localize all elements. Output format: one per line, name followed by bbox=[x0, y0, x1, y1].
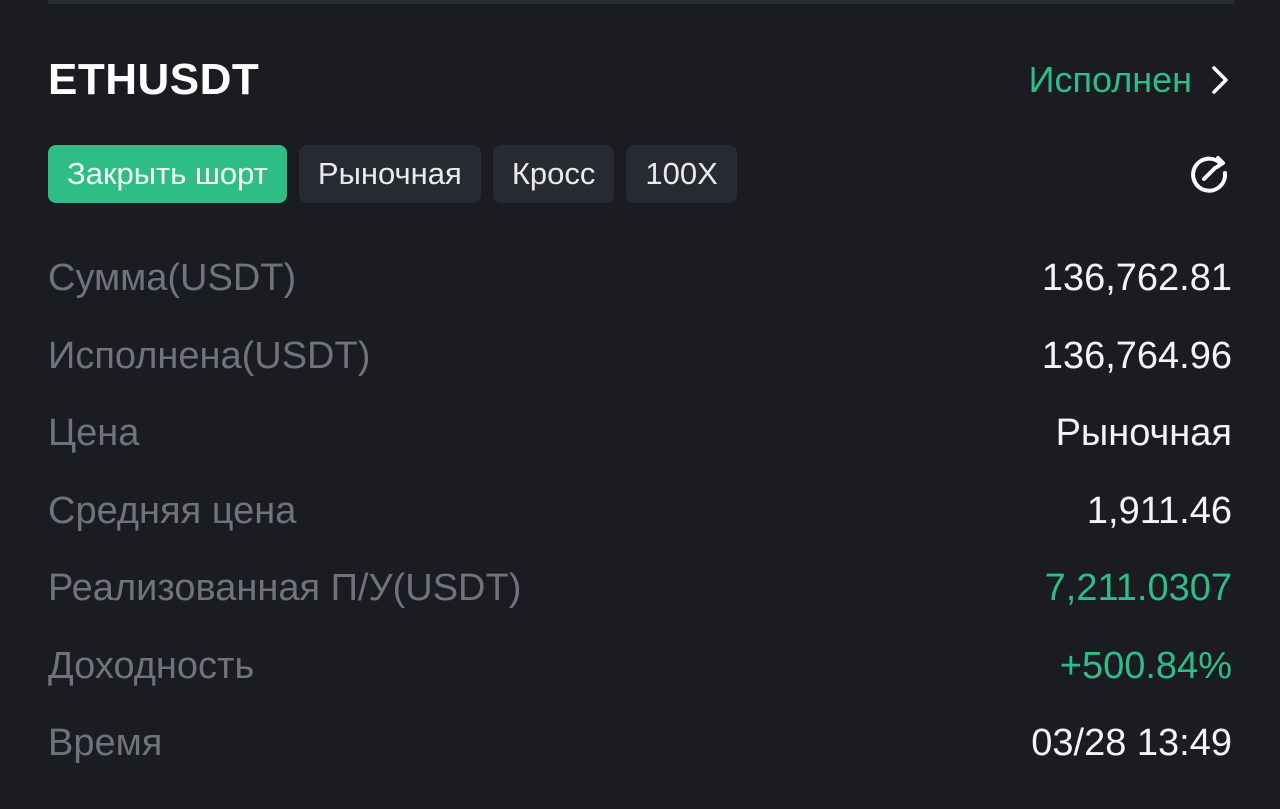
amount-label: Сумма(USDT) bbox=[48, 257, 297, 300]
detail-row-avg-price: Средняя цена 1,911.46 bbox=[48, 473, 1232, 551]
price-value: Рыночная bbox=[1055, 412, 1232, 455]
order-detail-screen: ETHUSDT Исполнен Закрыть шорт Рыночная К… bbox=[0, 0, 1280, 809]
roi-label: Доходность bbox=[48, 644, 255, 687]
time-label: Время bbox=[48, 722, 163, 765]
amount-value: 136,762.81 bbox=[1041, 257, 1232, 300]
time-value: 03/28 13:49 bbox=[1031, 722, 1232, 765]
symbol-title: ETHUSDT bbox=[48, 55, 260, 104]
order-tags: Закрыть шорт Рыночная Кросс 100X bbox=[48, 145, 737, 203]
order-header: ETHUSDT Исполнен bbox=[48, 52, 1234, 108]
side-badge: Закрыть шорт bbox=[48, 145, 287, 203]
order-status-link[interactable]: Исполнен bbox=[1029, 59, 1234, 101]
detail-row-filled: Исполнена(USDT) 136,764.96 bbox=[48, 318, 1232, 396]
order-status-text: Исполнен bbox=[1028, 59, 1192, 100]
avg-price-label: Средняя цена bbox=[48, 489, 297, 532]
filled-value: 136,764.96 bbox=[1041, 334, 1232, 377]
share-icon bbox=[1187, 151, 1231, 200]
order-type-badge: Рыночная bbox=[298, 145, 481, 203]
realized-pnl-value: 7,211.0307 bbox=[1044, 567, 1232, 610]
chevron-right-icon bbox=[1206, 62, 1234, 98]
realized-pnl-label: Реализованная П/У(USDT) bbox=[48, 567, 522, 610]
roi-value: +500.84% bbox=[1059, 644, 1232, 687]
order-details-list: Сумма(USDT) 136,762.81 Исполнена(USDT) 1… bbox=[48, 240, 1232, 783]
detail-row-price: Цена Рыночная bbox=[48, 395, 1232, 473]
share-button[interactable] bbox=[1186, 152, 1232, 198]
filled-label: Исполнена(USDT) bbox=[48, 334, 371, 377]
margin-mode-badge: Кросс bbox=[492, 145, 615, 203]
detail-row-realized-pnl: Реализованная П/У(USDT) 7,211.0307 bbox=[48, 550, 1232, 628]
price-label: Цена bbox=[48, 412, 140, 455]
detail-row-amount: Сумма(USDT) 136,762.81 bbox=[48, 240, 1232, 318]
avg-price-value: 1,911.46 bbox=[1086, 489, 1232, 532]
leverage-badge: 100X bbox=[626, 145, 737, 203]
detail-row-roi: Доходность +500.84% bbox=[48, 628, 1232, 706]
detail-row-time: Время 03/28 13:49 bbox=[48, 705, 1232, 783]
top-divider bbox=[48, 0, 1234, 4]
